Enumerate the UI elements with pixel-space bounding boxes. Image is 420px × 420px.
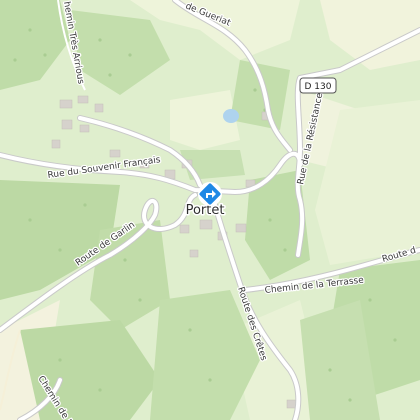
- place-label: Portet: [186, 203, 225, 218]
- map-canvas[interactable]: de Gueriat hemin Très Arrious Rue du Sou…: [0, 0, 420, 420]
- road-shield-d130: D 130: [299, 77, 337, 94]
- location-marker[interactable]: [198, 182, 222, 206]
- road-shield-label: D 130: [305, 82, 332, 92]
- pond: [223, 109, 239, 123]
- map-view[interactable]: de Gueriat hemin Très Arrious Rue du Sou…: [0, 0, 420, 420]
